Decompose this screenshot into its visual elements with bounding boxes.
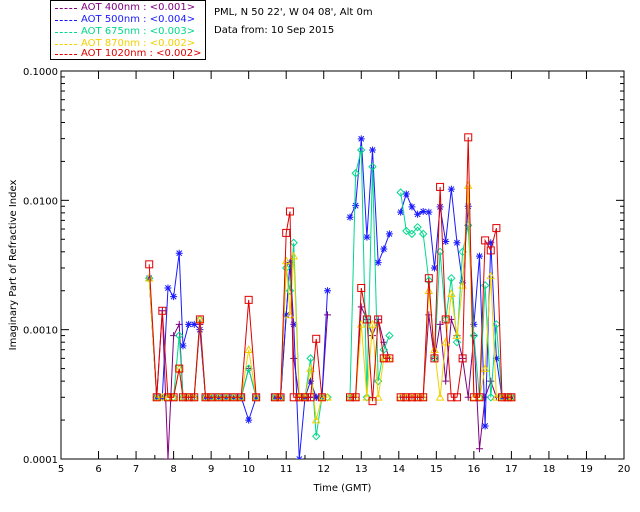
data-point [290, 354, 298, 362]
x-tick-label: 16 [467, 464, 480, 475]
y-tick-label: 0.0100 [23, 196, 58, 207]
data-point [481, 422, 489, 430]
x-tick-label: 12 [317, 464, 330, 475]
legend-label: AOT 500nm : <0.004> [81, 14, 196, 25]
x-tick-label: 17 [505, 464, 518, 475]
data-point [374, 259, 382, 267]
data-point [425, 208, 433, 216]
x-tick-label: 19 [580, 464, 593, 475]
x-tick-label: 5 [58, 464, 64, 475]
x-tick-label: 8 [170, 464, 176, 475]
x-tick-label: 13 [355, 464, 368, 475]
legend-item: AOT 400nm : <0.001> [51, 2, 205, 14]
x-tick-label: 15 [430, 464, 443, 475]
data-point [369, 146, 377, 154]
data-point [369, 332, 377, 340]
data-point [442, 377, 450, 385]
legend-label: AOT 675nm : <0.003> [81, 26, 196, 37]
legend-box: AOT 400nm : <0.001> AOT 500nm : <0.004> … [50, 0, 206, 60]
data-point [346, 213, 354, 221]
data-point [453, 239, 461, 247]
data-point [175, 249, 183, 257]
chart-svg: 5 6 7 8 9 10 11 12 13 14 15 16 17 18 19 20 0.0001 0.0010 0… [8, 67, 631, 494]
legend-label: AOT 400nm : <0.001> [81, 2, 196, 13]
x-tick-label: 20 [618, 464, 631, 475]
legend-swatch [55, 32, 77, 33]
data-point [475, 252, 483, 260]
x-tick-label: 18 [543, 464, 556, 475]
x-axis-label: Time (GMT) [313, 483, 372, 494]
y-axis-label: Imaginary Part of Refractive Index [8, 180, 19, 351]
data-point [245, 416, 253, 424]
data-point [487, 377, 495, 385]
series-line [349, 138, 390, 263]
y-tick-label: 0.1000 [23, 67, 58, 78]
data-point [363, 233, 371, 241]
x-tick-label: 14 [392, 464, 405, 475]
data-point [323, 311, 331, 319]
y-tick-label: 0.0010 [23, 326, 58, 337]
data-point [419, 207, 427, 215]
data-point [323, 287, 331, 295]
x-tick-label: 7 [133, 464, 139, 475]
data-point [385, 331, 394, 340]
data-point [164, 284, 172, 292]
legend-swatch [55, 8, 77, 9]
legend-swatch [55, 44, 77, 45]
data-point [357, 303, 365, 311]
data-point [447, 185, 455, 193]
legend-item: AOT 675nm : <0.003> [51, 26, 205, 38]
x-tick-label: 9 [208, 464, 214, 475]
data-point [436, 203, 444, 211]
y-tick-label: 0.0001 [23, 455, 58, 466]
site-info: PML, N 50 22', W 04 08', Alt 0m [214, 7, 373, 18]
x-tick-label: 6 [95, 464, 101, 475]
data-point [475, 445, 483, 453]
series-line [274, 262, 328, 459]
plot-area [144, 133, 516, 459]
data-point [196, 326, 204, 334]
data-point [357, 135, 365, 143]
legend-item: AOT 1020nm : <0.002> [51, 48, 205, 60]
legend-item: AOT 500nm : <0.004> [51, 14, 205, 26]
date-info: Data from: 10 Sep 2015 [214, 25, 335, 36]
legend-label: AOT 1020nm : <0.002> [81, 48, 202, 59]
legend-swatch [55, 20, 77, 21]
x-tick-label: 10 [242, 464, 255, 475]
data-point [179, 342, 187, 350]
data-point [380, 245, 388, 253]
x-tick-label: 11 [280, 464, 293, 475]
data-point [352, 202, 360, 210]
data-point [408, 203, 416, 211]
data-point [442, 238, 450, 246]
data-point [170, 293, 178, 301]
legend-swatch [55, 54, 77, 55]
data-point [385, 230, 393, 238]
series-5 [145, 133, 516, 406]
